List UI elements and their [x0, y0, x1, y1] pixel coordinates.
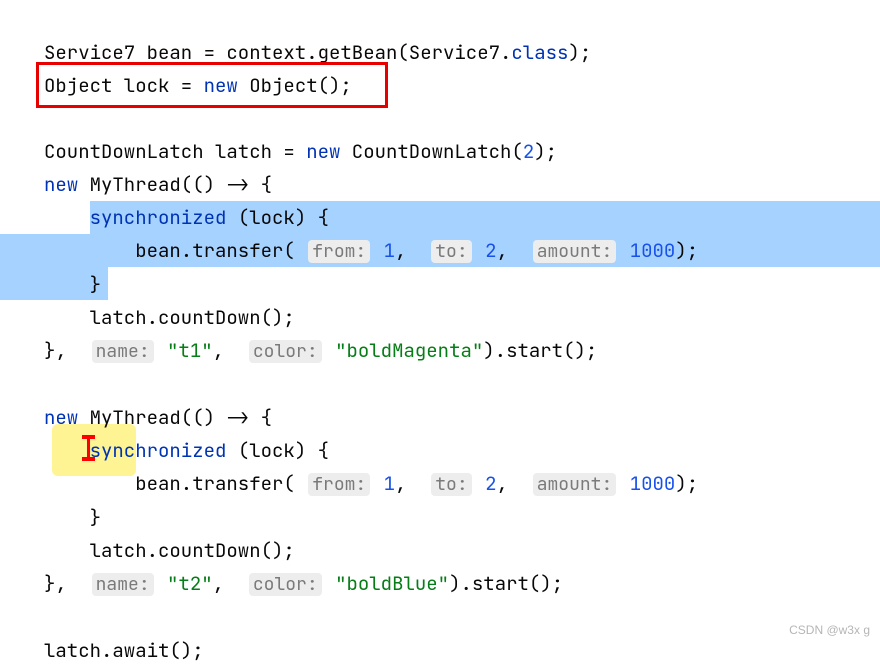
- code-line[interactable]: }: [0, 501, 880, 534]
- code-line[interactable]: new MyThread(() -> {: [0, 168, 880, 201]
- code-line[interactable]: Object lock = new Object();: [0, 69, 880, 102]
- code-line[interactable]: latch.countDown();: [0, 301, 880, 334]
- code-line[interactable]: Service7 bean = context.getBean(Service7…: [0, 36, 880, 69]
- code-line[interactable]: CountDownLatch latch = new CountDownLatc…: [0, 135, 880, 168]
- code-line[interactable]: [0, 368, 880, 401]
- code-line[interactable]: latch.countDown();: [0, 534, 880, 567]
- param-hint-name: name:: [92, 573, 154, 596]
- param-hint-to: to:: [431, 240, 471, 263]
- code-line[interactable]: new MyThread(() -> {: [0, 401, 880, 434]
- code-line[interactable]: [0, 601, 880, 634]
- watermark: CSDN @w3x g: [789, 614, 870, 647]
- code-line[interactable]: }, name: "t2", color: "boldBlue").start(…: [0, 567, 880, 601]
- text-caret: [87, 436, 90, 460]
- code-line[interactable]: }, name: "t1", color: "boldMagenta").sta…: [0, 334, 880, 368]
- param-hint-amount: amount:: [533, 473, 617, 496]
- param-hint-color: color:: [249, 573, 322, 596]
- code-line[interactable]: latch.await();: [0, 634, 880, 667]
- code-line[interactable]: bean.transfer( from: 1, to: 2, amount: 1…: [0, 234, 880, 268]
- code-line[interactable]: synchronized (lock) {: [0, 434, 880, 467]
- code-line[interactable]: synchronized (lock) {: [0, 201, 880, 234]
- param-hint-to: to:: [431, 473, 471, 496]
- code-line[interactable]: }: [0, 268, 880, 301]
- param-hint-amount: amount:: [533, 240, 617, 263]
- code-line[interactable]: bean.transfer( from: 1, to: 2, amount: 1…: [0, 467, 880, 501]
- param-hint-from: from:: [308, 240, 370, 263]
- code-line[interactable]: [0, 102, 880, 135]
- param-hint-from: from:: [308, 473, 370, 496]
- code-editor[interactable]: Service7 bean = context.getBean(Service7…: [0, 0, 880, 667]
- param-hint-color: color:: [249, 340, 322, 363]
- param-hint-name: name:: [92, 340, 154, 363]
